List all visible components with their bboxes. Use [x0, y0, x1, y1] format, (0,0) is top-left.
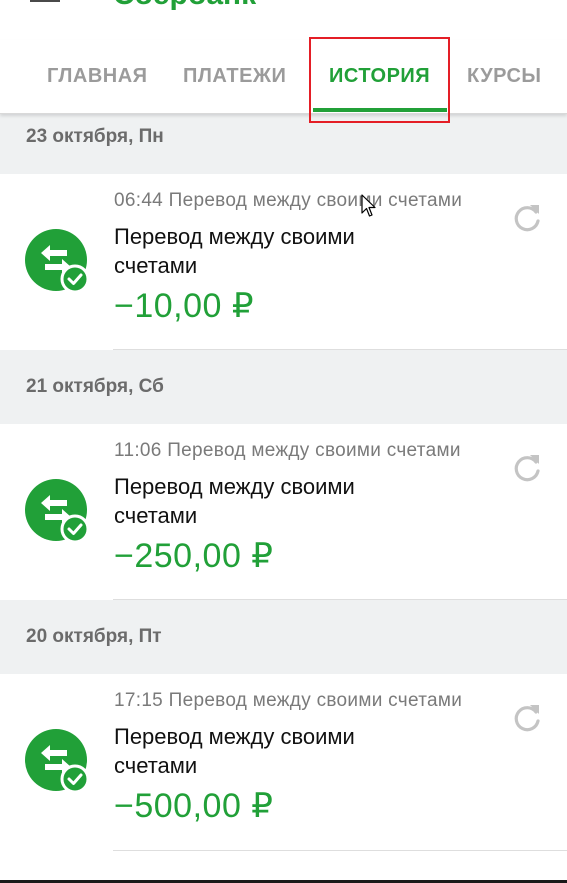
- day-label: 20 октября, Пт: [26, 626, 162, 647]
- repeat-icon[interactable]: [510, 700, 544, 734]
- day-header: 21 октября, Сб: [0, 350, 567, 424]
- day-label: 23 октября, Пн: [26, 126, 164, 147]
- tab-main[interactable]: ГЛАВНАЯ: [47, 40, 148, 113]
- transfer-icon: [25, 479, 89, 543]
- repeat-icon[interactable]: [510, 450, 544, 484]
- app-title: Сбербанк: [113, 0, 256, 10]
- transaction-amount: −500,00 ₽: [114, 787, 274, 825]
- hamburger-menu-icon[interactable]: [30, 0, 60, 6]
- transaction-title: Перевод между своими счетами: [114, 724, 355, 778]
- transaction-amount: −250,00 ₽: [114, 537, 274, 575]
- app-screen: Сбербанк ГЛАВНАЯ ПЛАТЕЖИ ИСТОРИЯ КУРСЫ 2…: [0, 0, 567, 883]
- tab-rates[interactable]: КУРСЫ: [467, 40, 542, 113]
- transaction-title: Перевод между своими счетами: [114, 224, 355, 278]
- transfer-icon: [25, 729, 89, 793]
- tab-bar: ГЛАВНАЯ ПЛАТЕЖИ ИСТОРИЯ КУРСЫ: [0, 40, 567, 114]
- transfer-icon: [25, 229, 89, 293]
- tab-payments[interactable]: ПЛАТЕЖИ: [183, 40, 286, 113]
- app-bar: Сбербанк: [0, 0, 567, 40]
- transaction-meta: 06:44 Перевод между своими счетами: [114, 190, 463, 211]
- day-header: 20 октября, Пт: [0, 600, 567, 674]
- transaction-title: Перевод между своими счетами: [114, 474, 355, 528]
- tab-history[interactable]: ИСТОРИЯ: [329, 40, 430, 113]
- transaction-item[interactable]: 17:15 Перевод между своими счетами Перев…: [0, 674, 567, 850]
- transaction-amount: −10,00 ₽: [114, 287, 255, 325]
- day-label: 21 октября, Сб: [26, 376, 164, 397]
- row-divider: [113, 850, 567, 851]
- transaction-item[interactable]: 06:44 Перевод между своими счетами Перев…: [0, 174, 567, 350]
- active-tab-indicator: [313, 108, 447, 112]
- partial-transaction-item[interactable]: [0, 850, 567, 883]
- transaction-meta: 17:15 Перевод между своими счетами: [114, 690, 463, 711]
- transaction-item[interactable]: 11:06 Перевод между своими счетами Перев…: [0, 424, 567, 600]
- repeat-icon[interactable]: [510, 200, 544, 234]
- transaction-meta: 11:06 Перевод между своими счетами: [114, 440, 461, 461]
